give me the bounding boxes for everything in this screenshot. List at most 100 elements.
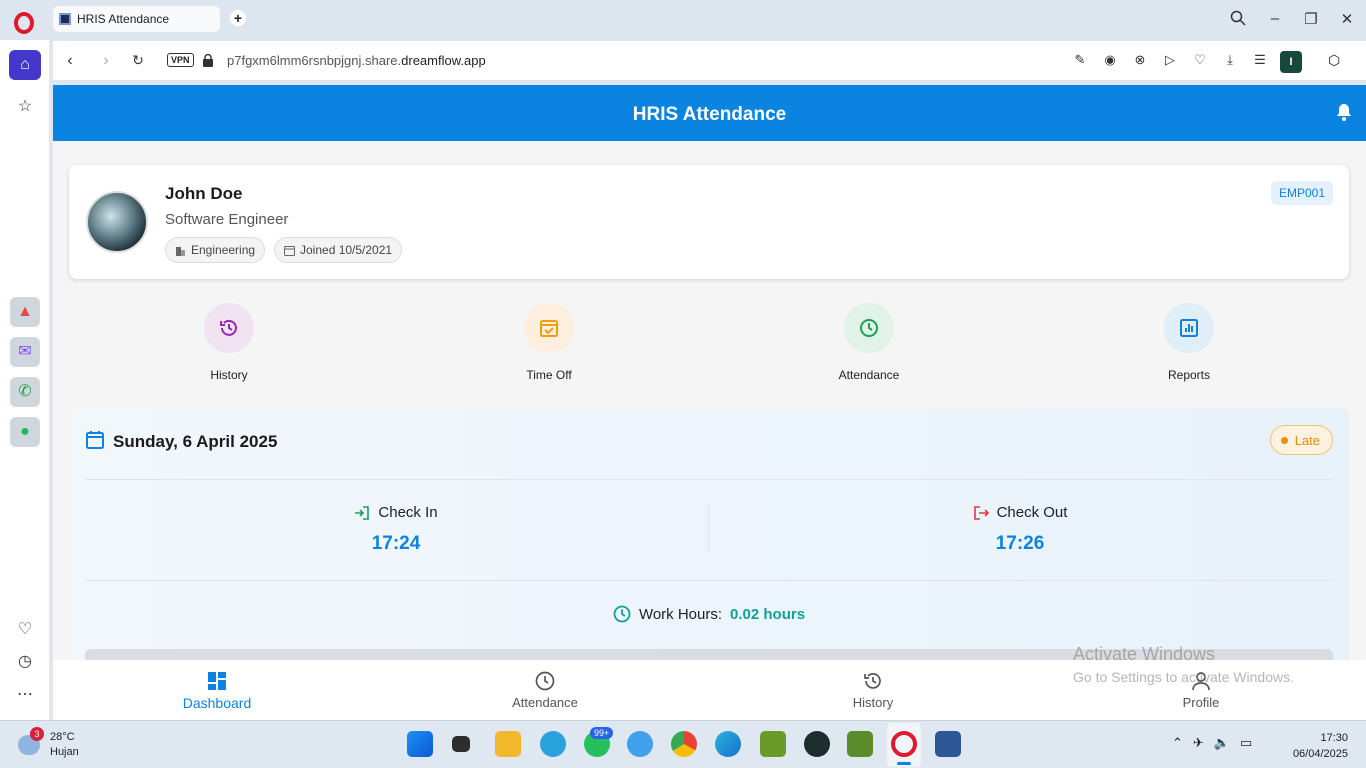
battery-icon[interactable]: ▭ — [1240, 735, 1252, 751]
whatsapp-badge: 99+ — [590, 727, 614, 739]
department-chip: Engineering — [165, 237, 266, 263]
chart-app-icon[interactable] — [847, 731, 873, 757]
attendance-circle[interactable] — [844, 303, 894, 353]
bar-chart-icon — [1180, 319, 1198, 337]
home-icon[interactable]: ⌂ — [9, 50, 41, 80]
opera-taskbar-icon[interactable] — [891, 731, 917, 757]
task-view-icon[interactable] — [452, 736, 470, 752]
watermark-title: Activate Windows — [1073, 644, 1216, 664]
status-dot-icon — [1280, 436, 1288, 444]
dashboard-icon — [208, 672, 226, 690]
history-icon — [864, 673, 881, 689]
quick-action-time-off[interactable]: Time Off — [489, 303, 609, 382]
system-clock[interactable]: 17:30 06/04/2025 — [1293, 730, 1348, 762]
hris-app: HRIS Attendance John Doe Software Engine… — [53, 85, 1366, 720]
more-icon[interactable]: ⋯ — [10, 680, 40, 710]
url-field[interactable]: p7fgxm6lmm6rsnbpjgnj.share.dreamflow.app — [227, 53, 486, 68]
quick-action-history[interactable]: History — [169, 303, 289, 382]
upwork-icon[interactable] — [804, 731, 830, 757]
file-explorer-icon[interactable] — [495, 731, 521, 757]
edge-icon[interactable] — [715, 731, 741, 757]
volume-icon[interactable]: 🔈 — [1214, 735, 1230, 751]
status-badge: Late — [1269, 425, 1333, 455]
work-hours-label: Work Hours: — [638, 605, 723, 623]
quick-action-attendance[interactable]: Attendance — [809, 303, 929, 382]
nav-history[interactable]: History — [793, 670, 953, 710]
adblock-icon[interactable]: ⊗ — [1131, 51, 1149, 69]
quick-action-label: Time Off — [526, 368, 572, 382]
lock-icon — [203, 54, 213, 67]
back-button[interactable]: ‹ — [61, 52, 79, 70]
nav-label: Dashboard — [182, 695, 252, 711]
favicon-icon — [59, 13, 71, 25]
forward-button[interactable]: › — [97, 52, 115, 70]
favorites-heart-icon[interactable]: ♡ — [10, 615, 40, 645]
bookmarks-star-icon[interactable]: ☆ — [10, 92, 40, 122]
browser-tab[interactable]: HRIS Attendance — [53, 6, 220, 32]
calendar-check-icon — [540, 320, 558, 337]
reports-circle[interactable] — [1164, 303, 1214, 353]
edit-icon[interactable]: ✎ — [1071, 51, 1089, 69]
whatsapp-icon[interactable]: ✆ — [10, 377, 40, 407]
close-window-button[interactable]: ✕ — [1337, 10, 1357, 28]
app-icon[interactable] — [627, 731, 653, 757]
camera-icon[interactable]: ◉ — [1101, 51, 1119, 69]
download-icon[interactable]: ⤓ — [1221, 51, 1239, 69]
check-out-icon — [973, 505, 989, 520]
calendar-icon — [86, 431, 104, 449]
weather-badge: 3 — [30, 727, 44, 741]
opera-logo-icon[interactable] — [14, 12, 34, 34]
building-icon — [176, 246, 185, 256]
nav-attendance[interactable]: Attendance — [465, 670, 625, 710]
messenger-icon[interactable]: ✉ — [10, 337, 40, 367]
search-tabs-icon[interactable] — [1228, 10, 1248, 30]
work-hours-row: Work Hours: 0.02 hours — [69, 605, 1349, 623]
quick-action-label: History — [210, 368, 248, 382]
history-clock-icon[interactable]: ◷ — [10, 647, 40, 677]
restore-button[interactable]: ❐ — [1301, 10, 1321, 28]
divider — [85, 479, 1333, 480]
telegram-icon[interactable] — [540, 731, 566, 757]
minimize-button[interactable]: – — [1265, 10, 1285, 27]
extensions-icon[interactable]: ⬡ — [1328, 52, 1340, 69]
quick-action-reports[interactable]: Reports — [1129, 303, 1249, 382]
check-out-block: Check Out 17:26 — [870, 504, 1170, 555]
history-circle[interactable] — [204, 303, 254, 353]
chrome-icon[interactable] — [671, 731, 697, 757]
notification-bell-icon[interactable] — [1334, 102, 1354, 122]
clock-icon — [860, 319, 878, 337]
send-icon[interactable]: ▷ — [1161, 51, 1179, 69]
url-prefix: p7fgxm6lmm6rsnbpjgnj.share. — [227, 53, 402, 68]
spotify-icon[interactable]: ● — [10, 417, 40, 447]
activate-windows-watermark: Activate Windows Go to Settings to activ… — [1073, 644, 1294, 685]
employee-name: John Doe — [165, 184, 243, 203]
nav-dashboard[interactable]: Dashboard — [137, 670, 297, 711]
joined-chip: Joined 10/5/2021 — [274, 237, 403, 263]
windows-start-icon[interactable] — [407, 731, 433, 757]
chevron-up-icon[interactable]: ⌃ — [1172, 735, 1183, 751]
app-title: HRIS Attendance — [632, 104, 787, 125]
calendar-icon — [284, 245, 295, 256]
word-icon[interactable] — [935, 731, 961, 757]
app-header: HRIS Attendance — [53, 85, 1366, 141]
lambda-app-icon[interactable] — [760, 731, 786, 757]
employee-role: Software Engineer — [165, 211, 289, 228]
check-in-time: 17:24 — [371, 533, 421, 554]
nav-label: History — [852, 695, 894, 710]
nav-label: Profile — [1182, 695, 1220, 710]
airplane-icon[interactable]: ✈ — [1193, 735, 1204, 751]
easy-setup-icon[interactable]: ☰ — [1251, 51, 1269, 69]
new-tab-button[interactable]: + — [230, 10, 246, 26]
browser-profile-avatar[interactable]: I — [1280, 51, 1302, 73]
work-hours-value: 0.02 hours — [730, 605, 806, 623]
clock-icon — [535, 671, 555, 691]
system-tray: ⌃ ✈ 🔈 ▭ — [1172, 735, 1252, 751]
timer-icon — [613, 605, 631, 623]
aria-app-icon[interactable]: ▲ — [10, 297, 40, 327]
divider — [85, 580, 1333, 581]
vpn-badge[interactable]: VPN — [167, 53, 194, 67]
url-domain: dreamflow.app — [401, 53, 486, 68]
time-off-circle[interactable] — [524, 303, 574, 353]
reload-button[interactable]: ↻ — [129, 52, 147, 69]
heart-icon[interactable]: ♡ — [1191, 51, 1209, 69]
